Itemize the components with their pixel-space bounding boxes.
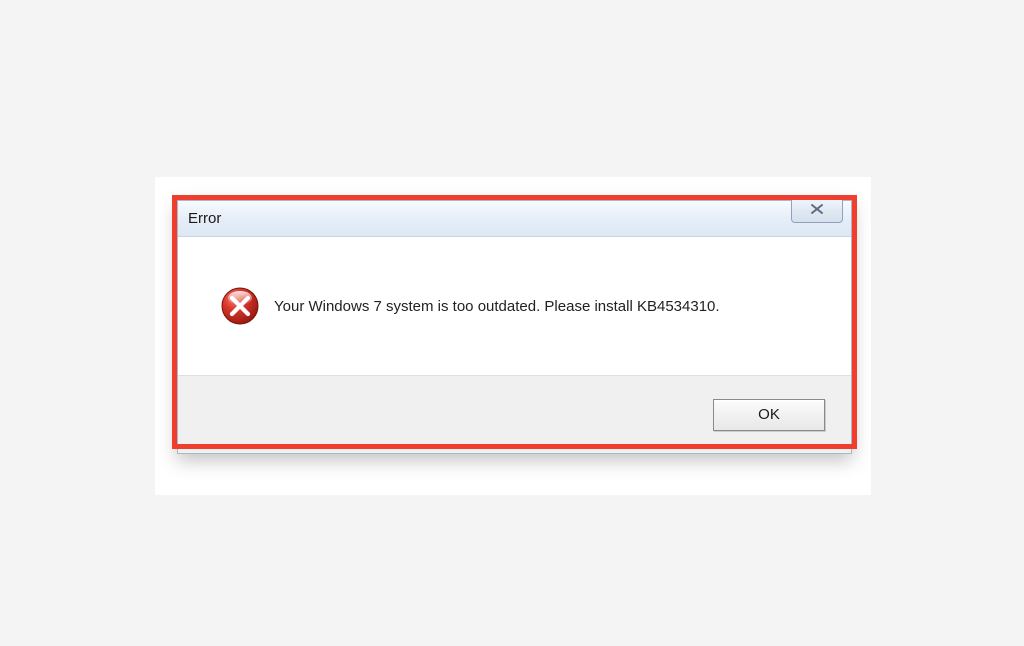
close-icon — [809, 202, 825, 220]
dialog-title: Error — [188, 210, 221, 227]
dialog-button-area: OK — [178, 375, 851, 453]
close-button[interactable] — [791, 199, 843, 223]
dialog-message: Your Windows 7 system is too outdated. P… — [274, 298, 720, 315]
dialog-content: Your Windows 7 system is too outdated. P… — [178, 237, 851, 375]
error-icon — [220, 286, 260, 326]
dialog-titlebar: Error — [178, 201, 851, 237]
ok-button[interactable]: OK — [713, 399, 825, 431]
error-dialog: Error — [177, 200, 852, 454]
